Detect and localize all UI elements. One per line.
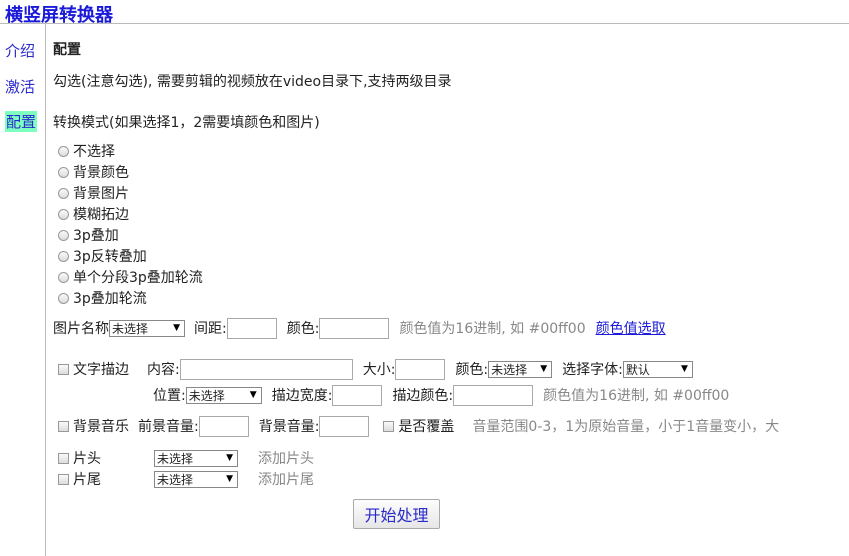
radio-button[interactable] bbox=[58, 145, 69, 157]
radio-button[interactable] bbox=[58, 250, 69, 262]
text-stroke-row-2: 位置: 未选择 ▼ 描边宽度: 描边颜色: 颜色值为16进制, 如 #00ff00 bbox=[153, 384, 729, 406]
radio-button[interactable] bbox=[58, 292, 69, 304]
mode-title: 转换模式(如果选择1，2需要填颜色和图片) bbox=[53, 115, 320, 131]
intro-select[interactable]: 未选择 ▼ bbox=[154, 449, 238, 467]
position-label: 位置: bbox=[153, 388, 186, 404]
image-settings-row: 图片名称 未选择 ▼ 间距: 颜色: 颜色值为16进制, 如 #00ff00 颜色… bbox=[53, 317, 666, 339]
add-intro-label[interactable]: 添加片头 bbox=[258, 448, 314, 468]
bg-volume-input[interactable] bbox=[319, 415, 370, 437]
radio-button[interactable] bbox=[58, 166, 69, 178]
radio-button[interactable] bbox=[58, 208, 69, 220]
page-description: 勾选(注意勾选), 需要剪辑的视频放在video目录下,支持两级目录 bbox=[53, 74, 452, 90]
size-input[interactable] bbox=[395, 358, 446, 380]
image-name-select[interactable]: 未选择 ▼ bbox=[109, 319, 185, 337]
bgm-row: 背景音乐 前景音量: 背景音量: 是否覆盖 音量范围0-3，1为原始音量，小于1… bbox=[58, 415, 849, 437]
mode-option-bg-color[interactable]: 背景颜色 bbox=[58, 163, 129, 181]
sidebar-item-config[interactable]: 配置 bbox=[5, 111, 38, 132]
intro-label: 片头 bbox=[73, 451, 101, 467]
outro-row: 片尾 未选择 ▼ 添加片尾 bbox=[58, 469, 314, 489]
mode-option-label: 模糊拓边 bbox=[73, 207, 129, 223]
chevron-down-icon: ▼ bbox=[249, 390, 257, 400]
mode-option-label: 3p叠加 bbox=[73, 228, 119, 244]
chevron-down-icon: ▼ bbox=[226, 474, 233, 484]
font-label: 选择字体: bbox=[562, 362, 623, 378]
overwrite-checkbox[interactable] bbox=[383, 420, 395, 432]
position-select[interactable]: 未选择 ▼ bbox=[185, 386, 262, 404]
stroke-width-label: 描边宽度: bbox=[271, 388, 333, 404]
text-color-select[interactable]: 未选择 ▼ bbox=[488, 360, 553, 378]
page-title: 配置 bbox=[53, 42, 81, 58]
mode-option-label: 背景图片 bbox=[73, 186, 129, 202]
sidebar-divider bbox=[45, 24, 46, 556]
color-input[interactable] bbox=[319, 317, 390, 339]
spacing-label: 间距: bbox=[194, 321, 227, 337]
header-divider bbox=[0, 23, 849, 24]
content-label: 内容: bbox=[147, 362, 180, 378]
chevron-down-icon: ▼ bbox=[680, 364, 688, 374]
spacing-input[interactable] bbox=[226, 317, 277, 339]
font-select[interactable]: 默认 ▼ bbox=[622, 360, 693, 378]
mode-option-label: 3p反转叠加 bbox=[73, 249, 147, 265]
color-label: 颜色: bbox=[286, 321, 320, 337]
fg-volume-input[interactable] bbox=[198, 415, 249, 437]
mode-option-3p-overlay[interactable]: 3p叠加 bbox=[58, 226, 119, 244]
chevron-down-icon: ▼ bbox=[540, 364, 548, 374]
mode-option-blur-extend[interactable]: 模糊拓边 bbox=[58, 205, 129, 223]
outro-select[interactable]: 未选择 ▼ bbox=[154, 470, 238, 488]
mode-option-label: 3p叠加轮流 bbox=[73, 291, 147, 307]
bgm-checkbox[interactable] bbox=[58, 420, 69, 432]
size-label: 大小: bbox=[362, 362, 396, 378]
mode-option-3p-rotate[interactable]: 3p叠加轮流 bbox=[58, 289, 147, 307]
chevron-down-icon: ▼ bbox=[173, 323, 180, 333]
content-input[interactable] bbox=[179, 358, 353, 380]
sidebar-item-intro[interactable]: 介绍 bbox=[5, 40, 35, 61]
volume-hint: 音量范围0-3，1为原始音量，小于1音量变小，大 bbox=[472, 419, 780, 435]
start-button[interactable]: 开始处理 bbox=[353, 499, 440, 529]
color-hint: 颜色值为16进制, 如 #00ff00 bbox=[399, 321, 586, 337]
stroke-color-input[interactable] bbox=[453, 384, 534, 406]
mode-option-3p-reverse[interactable]: 3p反转叠加 bbox=[58, 247, 147, 265]
text-color-label: 颜色: bbox=[455, 362, 489, 378]
outro-checkbox[interactable] bbox=[58, 473, 69, 485]
bg-volume-label: 背景音量: bbox=[258, 419, 320, 435]
text-stroke-label: 文字描边 bbox=[73, 362, 129, 378]
stroke-width-input[interactable] bbox=[332, 384, 383, 406]
stroke-color-hint: 颜色值为16进制, 如 #00ff00 bbox=[543, 388, 730, 404]
mode-option-none[interactable]: 不选择 bbox=[58, 142, 115, 160]
radio-button[interactable] bbox=[58, 271, 69, 283]
fg-volume-label: 前景音量: bbox=[138, 419, 199, 435]
radio-button[interactable] bbox=[58, 229, 69, 241]
overwrite-label: 是否覆盖 bbox=[398, 419, 455, 435]
image-name-label: 图片名称 bbox=[53, 321, 109, 337]
mode-option-single-segment-3p[interactable]: 单个分段3p叠加轮流 bbox=[58, 268, 203, 286]
mode-option-label: 背景颜色 bbox=[73, 165, 129, 181]
outro-label: 片尾 bbox=[73, 472, 101, 488]
add-outro-label[interactable]: 添加片尾 bbox=[258, 469, 314, 489]
chevron-down-icon: ▼ bbox=[226, 453, 233, 463]
bgm-label: 背景音乐 bbox=[73, 419, 129, 435]
mode-option-label: 单个分段3p叠加轮流 bbox=[73, 270, 203, 286]
text-stroke-row: 文字描边 内容: 大小: 颜色: 未选择 ▼ 选择字体: 默认 ▼ bbox=[58, 358, 693, 380]
intro-row: 片头 未选择 ▼ 添加片头 bbox=[58, 448, 314, 468]
mode-option-bg-image[interactable]: 背景图片 bbox=[58, 184, 129, 202]
sidebar-item-activate[interactable]: 激活 bbox=[5, 76, 35, 97]
mode-option-label: 不选择 bbox=[73, 144, 115, 160]
stroke-color-label: 描边颜色: bbox=[392, 388, 454, 404]
intro-checkbox[interactable] bbox=[58, 452, 69, 464]
color-picker-link[interactable]: 颜色值选取 bbox=[596, 318, 666, 338]
radio-button[interactable] bbox=[58, 187, 69, 199]
text-stroke-checkbox[interactable] bbox=[58, 363, 69, 375]
